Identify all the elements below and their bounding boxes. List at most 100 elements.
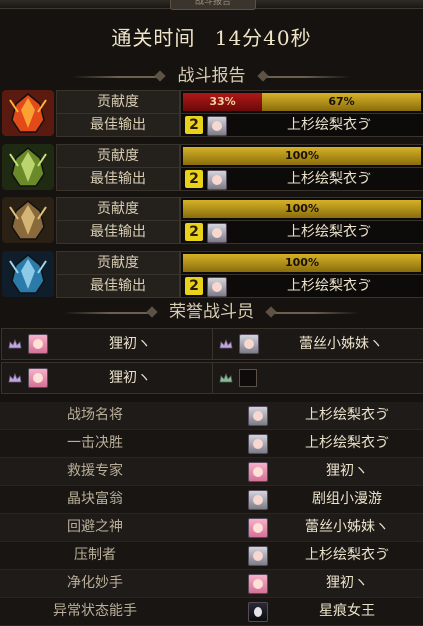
- award-row[interactable]: 一击决胜 上杉绘梨衣ゔ: [0, 430, 423, 458]
- best-output-player: 上杉绘梨衣ゔ: [287, 171, 371, 187]
- contribution-label: 贡献度: [56, 251, 180, 275]
- honor-member[interactable]: 狸初ヽ: [1, 362, 213, 394]
- honor-members-grid: 狸初ヽ 蕾丝小姊妹ヽ 狸初ヽ: [0, 326, 423, 394]
- award-row[interactable]: 异常状态能手 星痕女王: [0, 598, 423, 626]
- award-title: 一击决胜: [67, 435, 123, 451]
- honor-header: 荣誉战斗员: [0, 297, 423, 322]
- awards-list: 战场名将 上杉绘梨衣ゔ 一击决胜 上杉绘梨衣ゔ 救援专家 狸初ヽ 晶块富翁 剧组…: [0, 402, 423, 626]
- player-avatar: [207, 223, 227, 243]
- nature-class-icon: [2, 144, 54, 190]
- empty-slot: [239, 369, 257, 387]
- player-avatar: [239, 334, 259, 354]
- contribution-segment: 33%: [183, 93, 262, 111]
- award-row[interactable]: 回避之神 蕾丝小姊妹ヽ: [0, 514, 423, 542]
- award-player: 蕾丝小姊妹ヽ: [305, 519, 389, 535]
- award-title: 救援专家: [67, 463, 123, 479]
- player-avatar: [248, 462, 268, 482]
- best-output-label: 最佳输出: [56, 167, 180, 191]
- report-row: 贡献度 100% 最佳输出 2 上杉绘梨衣ゔ: [0, 197, 423, 244]
- player-avatar: [248, 434, 268, 454]
- honor-member-empty: [212, 362, 423, 394]
- contribution-label: 贡献度: [56, 144, 180, 168]
- crown-icon: [8, 339, 22, 349]
- clear-time: 通关时间 14分40秒: [0, 22, 423, 52]
- best-output-player: 上杉绘梨衣ゔ: [287, 224, 371, 240]
- award-row[interactable]: 救援专家 狸初ヽ: [0, 458, 423, 486]
- ornament-right: [260, 75, 351, 78]
- contribution-segment: 100%: [183, 200, 421, 218]
- award-player: 剧组小漫游: [312, 491, 382, 507]
- best-output[interactable]: 2 上杉绘梨衣ゔ: [180, 167, 423, 191]
- best-output-player: 上杉绘梨衣ゔ: [287, 117, 371, 133]
- rank-badge: 2: [185, 116, 203, 134]
- best-output[interactable]: 2 上杉绘梨衣ゔ: [180, 220, 423, 244]
- award-title: 晶块富翁: [67, 491, 123, 507]
- report-row: 贡献度 100% 最佳输出 2 上杉绘梨衣ゔ: [0, 144, 423, 191]
- window-tab: 战斗报告: [170, 0, 256, 10]
- player-avatar: [28, 368, 48, 388]
- best-output[interactable]: 2 上杉绘梨衣ゔ: [180, 113, 423, 137]
- battle-report-header: 战斗报告: [0, 61, 423, 86]
- award-title: 回避之神: [67, 519, 123, 535]
- contribution-label: 贡献度: [56, 90, 180, 114]
- best-output[interactable]: 2 上杉绘梨衣ゔ: [180, 274, 423, 298]
- contribution-bar: 33% 67%: [180, 90, 423, 114]
- honor-member[interactable]: 蕾丝小姊妹ヽ: [212, 328, 423, 360]
- award-row[interactable]: 晶块富翁 剧组小漫游: [0, 486, 423, 514]
- honor-member-name: 狸初ヽ: [109, 370, 151, 386]
- fire-class-icon: [2, 90, 54, 136]
- ornament-left: [72, 75, 163, 78]
- ice-class-icon: [2, 251, 54, 297]
- report-row: 贡献度 33% 67% 最佳输出 2 上杉绘梨衣ゔ: [0, 90, 423, 137]
- award-title: 战场名将: [67, 407, 123, 423]
- rank-badge: 2: [185, 277, 203, 295]
- best-output-label: 最佳输出: [56, 220, 180, 244]
- contribution-segment: 100%: [183, 147, 421, 165]
- crown-icon: [219, 373, 233, 383]
- player-avatar: [248, 602, 268, 622]
- honor-title: 荣誉战斗员: [169, 302, 254, 322]
- honor-member[interactable]: 狸初ヽ: [1, 328, 213, 360]
- best-output-label: 最佳输出: [56, 113, 180, 137]
- award-row[interactable]: 战场名将 上杉绘梨衣ゔ: [0, 402, 423, 430]
- bronze-class-icon: [2, 197, 54, 243]
- honor-member-name: 蕾丝小姊妹ヽ: [299, 336, 383, 352]
- crown-icon: [219, 339, 233, 349]
- battle-report-title: 战斗报告: [177, 66, 246, 86]
- award-player: 星痕女王: [319, 603, 375, 619]
- contribution-bar: 100%: [180, 251, 423, 275]
- rank-badge: 2: [185, 170, 203, 188]
- player-avatar: [207, 170, 227, 190]
- contribution-bar: 100%: [180, 197, 423, 221]
- contribution-bar: 100%: [180, 144, 423, 168]
- award-row[interactable]: 净化妙手 狸初ヽ: [0, 570, 423, 598]
- player-avatar: [248, 490, 268, 510]
- award-title: 压制者: [74, 547, 116, 563]
- award-row[interactable]: 压制者 上杉绘梨衣ゔ: [0, 542, 423, 570]
- award-player: 狸初ヽ: [326, 463, 368, 479]
- award-player: 上杉绘梨衣ゔ: [305, 435, 389, 451]
- player-avatar: [207, 116, 227, 136]
- window-top-bar: 战斗报告: [0, 0, 423, 10]
- player-avatar: [28, 334, 48, 354]
- award-player: 狸初ヽ: [326, 575, 368, 591]
- award-title: 异常状态能手: [53, 603, 137, 619]
- player-avatar: [207, 277, 227, 297]
- contribution-segment: 100%: [183, 254, 421, 272]
- crown-icon: [8, 373, 22, 383]
- best-output-label: 最佳输出: [56, 274, 180, 298]
- player-avatar: [248, 518, 268, 538]
- award-player: 上杉绘梨衣ゔ: [305, 407, 389, 423]
- clear-time-value: 14分40秒: [214, 26, 312, 50]
- ornament-left: [63, 311, 154, 314]
- award-player: 上杉绘梨衣ゔ: [305, 547, 389, 563]
- best-output-player: 上杉绘梨衣ゔ: [287, 278, 371, 294]
- player-avatar: [248, 574, 268, 594]
- report-row: 贡献度 100% 最佳输出 2 上杉绘梨衣ゔ: [0, 251, 423, 298]
- clear-time-label: 通关时间: [111, 26, 196, 50]
- ornament-right: [269, 311, 360, 314]
- contribution-label: 贡献度: [56, 197, 180, 221]
- honor-member-name: 狸初ヽ: [109, 336, 151, 352]
- player-avatar: [248, 406, 268, 426]
- contribution-segment: 67%: [262, 93, 421, 111]
